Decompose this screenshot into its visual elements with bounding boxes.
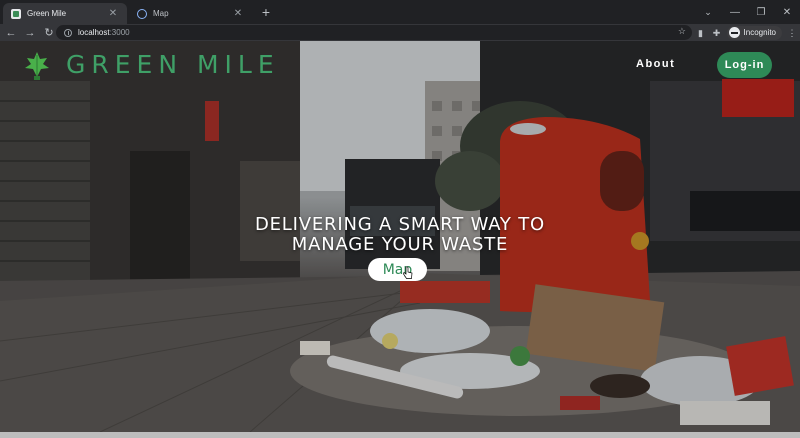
menu-kebab-icon[interactable]: ⋮	[784, 25, 800, 41]
tab-title: Map	[153, 9, 169, 18]
hand-cursor-icon	[403, 266, 413, 279]
tab-map[interactable]: Map ✕	[129, 3, 252, 24]
tab-green-mile[interactable]: Green Mile ✕	[3, 3, 127, 24]
tab-strip: Green Mile ✕ Map ✕ + ⌄ — ❐ ✕	[0, 0, 800, 24]
close-window-icon[interactable]: ✕	[774, 0, 800, 24]
loading-globe-icon	[137, 8, 147, 19]
site-favicon-icon	[11, 8, 21, 19]
close-icon[interactable]: ✕	[107, 8, 119, 19]
profile-label: Incognito	[743, 28, 776, 37]
hero-headline-line1: DELIVERING A SMART WAY TO	[254, 214, 546, 235]
toolbar-actions: ▮ ✚ Incognito ⋮	[693, 24, 800, 41]
back-icon[interactable]: ←	[3, 25, 19, 41]
close-icon[interactable]: ✕	[232, 8, 244, 19]
brand-wordmark[interactable]: GREEN MILE	[66, 50, 280, 79]
login-button[interactable]: Log-in	[717, 52, 772, 78]
bookmark-star-icon[interactable]: ☆	[678, 26, 686, 37]
info-icon[interactable]	[64, 28, 72, 37]
incognito-icon	[728, 27, 740, 38]
puzzle-extensions-icon[interactable]: ✚	[709, 25, 725, 41]
url-port: :3000	[109, 28, 130, 37]
forward-icon[interactable]: →	[22, 25, 38, 41]
page-bottom-edge	[0, 432, 800, 438]
nav-about-link[interactable]: About	[636, 58, 675, 70]
page-viewport: GREEN MILE About Log-in DELIVERING A SMA…	[0, 41, 800, 432]
browser-toolbar: ← → ↻ localhost :3000 ☆ ▮ ✚ Incognito ⋮	[0, 24, 800, 41]
leaf-logo-icon[interactable]	[22, 49, 52, 81]
tab-title: Green Mile	[27, 9, 67, 18]
hero-headline-line2: MANAGE YOUR WASTE	[291, 234, 509, 255]
minimize-icon[interactable]: —	[722, 0, 748, 24]
map-button[interactable]: Map	[368, 258, 427, 281]
address-bar[interactable]: localhost :3000 ☆	[56, 25, 692, 40]
restore-icon[interactable]: ❐	[748, 0, 774, 24]
hero-headline: DELIVERING A SMART WAY TO MANAGE YOUR WA…	[200, 215, 600, 255]
site-header: GREEN MILE About Log-in	[0, 41, 800, 91]
extension-icon[interactable]: ▮	[693, 25, 709, 41]
profile-incognito[interactable]: Incognito	[726, 25, 782, 40]
new-tab-button[interactable]: +	[258, 4, 274, 20]
window-controls: — ❐ ✕	[722, 0, 800, 24]
url-host: localhost	[78, 28, 110, 37]
tab-search-icon[interactable]: ⌄	[700, 4, 716, 20]
reload-icon[interactable]: ↻	[41, 25, 57, 41]
